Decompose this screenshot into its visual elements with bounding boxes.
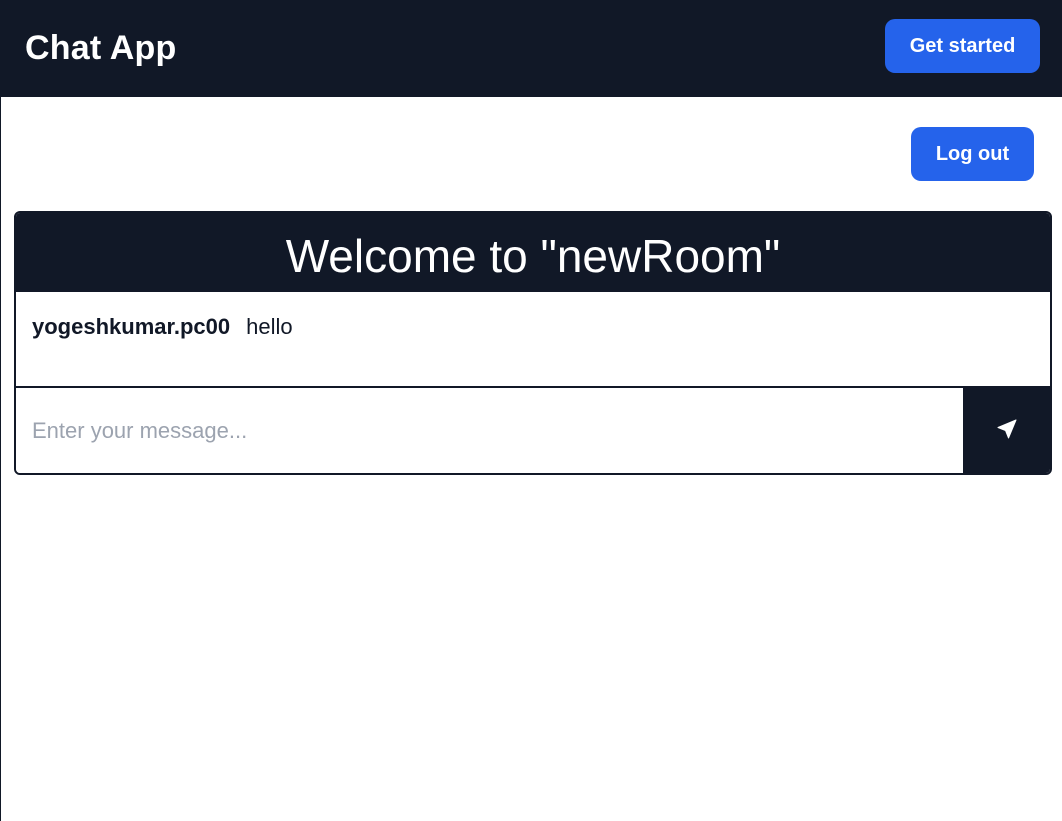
logout-button[interactable]: Log out <box>911 127 1034 181</box>
room-title: Welcome to "newRoom" <box>16 213 1050 292</box>
send-button[interactable] <box>963 388 1050 473</box>
navbar: Chat App Get started <box>1 0 1062 97</box>
message-composer <box>16 386 1050 473</box>
get-started-button[interactable]: Get started <box>885 19 1040 73</box>
message-item: yogeshkumar.pc00 hello <box>32 314 293 340</box>
message-input[interactable] <box>16 388 963 473</box>
app-title: Chat App <box>25 29 177 67</box>
message-username: yogeshkumar.pc00 <box>32 314 231 339</box>
message-text: hello <box>246 314 293 339</box>
message-list: yogeshkumar.pc00 hello <box>16 292 1050 386</box>
chat-room-panel: Welcome to "newRoom" yogeshkumar.pc00 he… <box>14 211 1052 475</box>
send-icon <box>997 419 1017 442</box>
